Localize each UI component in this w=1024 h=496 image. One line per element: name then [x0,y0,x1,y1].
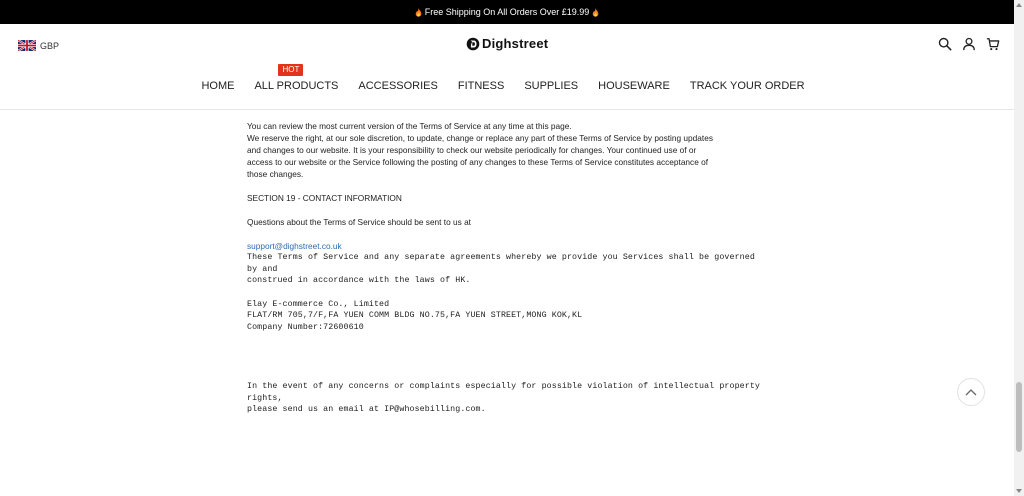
governing-law-line-2: construed in accordance with the laws of… [247,276,471,285]
site-logo[interactable]: Dighstreet [466,36,548,51]
site-header: GBP Dighstreet HOME HOT ALL PRODUCTS ACC… [0,24,1014,110]
section-heading: SECTION 19 - CONTACT INFORMATION [247,193,402,203]
nav-track-order[interactable]: TRACK YOUR ORDER [690,80,805,92]
terms-content: You can review the most current version … [247,120,767,416]
hot-badge: HOT [278,64,304,76]
governing-law-line-1: These Terms of Service and any separate … [247,253,755,274]
account-icon[interactable] [962,37,976,51]
main-navigation: HOME HOT ALL PRODUCTS ACCESSORIES FITNES… [0,64,1014,92]
review-paragraph: You can review the most current version … [247,121,572,131]
reserve-right-line-4: those changes. [247,169,304,179]
logo-text: Dighstreet [482,36,549,51]
currency-selector[interactable]: GBP [18,40,59,51]
header-actions [938,37,1000,51]
scroll-down-arrow-icon[interactable] [1016,488,1022,494]
reserve-right-line-3: access to our website or the Service fol… [247,157,709,167]
back-to-top-button[interactable] [957,378,985,406]
company-address: FLAT/RM 705,7/F,FA YUEN COMM BLDG NO.75,… [247,311,583,320]
ip-notice-line-2: please send us an email at IP@whosebilli… [247,405,486,414]
reserve-right-line-2: and changes to our website. It is your r… [247,145,697,155]
support-email-link[interactable]: support@dighstreet.co.uk [247,241,342,251]
fire-icon [592,7,599,17]
reserve-right-line-1: We reserve the right, at our sole discre… [247,133,713,143]
nav-accessories[interactable]: ACCESSORIES [358,80,437,92]
search-icon[interactable] [938,37,952,51]
announcement-text: Free Shipping On All Orders Over £19.99 [424,7,590,17]
nav-fitness[interactable]: FITNESS [458,80,504,92]
cart-icon[interactable] [986,37,1000,51]
company-name: Elay E-commerce Co., Limited [247,299,390,309]
ip-notice-line-1: In the event of any concerns or complain… [247,382,760,403]
page-scrollbar[interactable] [1014,0,1024,496]
nav-houseware[interactable]: HOUSEWARE [598,80,670,92]
uk-flag-icon [18,40,36,51]
nav-supplies[interactable]: SUPPLIES [524,80,578,92]
company-number: Company Number:72600610 [247,322,364,332]
logo-mark-icon [466,37,480,50]
scroll-up-arrow-icon[interactable] [1016,2,1022,8]
fire-icon [415,7,422,17]
nav-all-products[interactable]: HOT ALL PRODUCTS [254,64,338,92]
nav-home[interactable]: HOME [201,80,234,92]
scrollbar-thumb[interactable] [1016,382,1022,452]
chevron-up-icon [965,389,977,396]
currency-label: GBP [40,40,60,51]
announcement-bar: Free Shipping On All Orders Over £19.99 [0,0,1014,24]
questions-text: Questions about the Terms of Service sho… [247,217,471,227]
